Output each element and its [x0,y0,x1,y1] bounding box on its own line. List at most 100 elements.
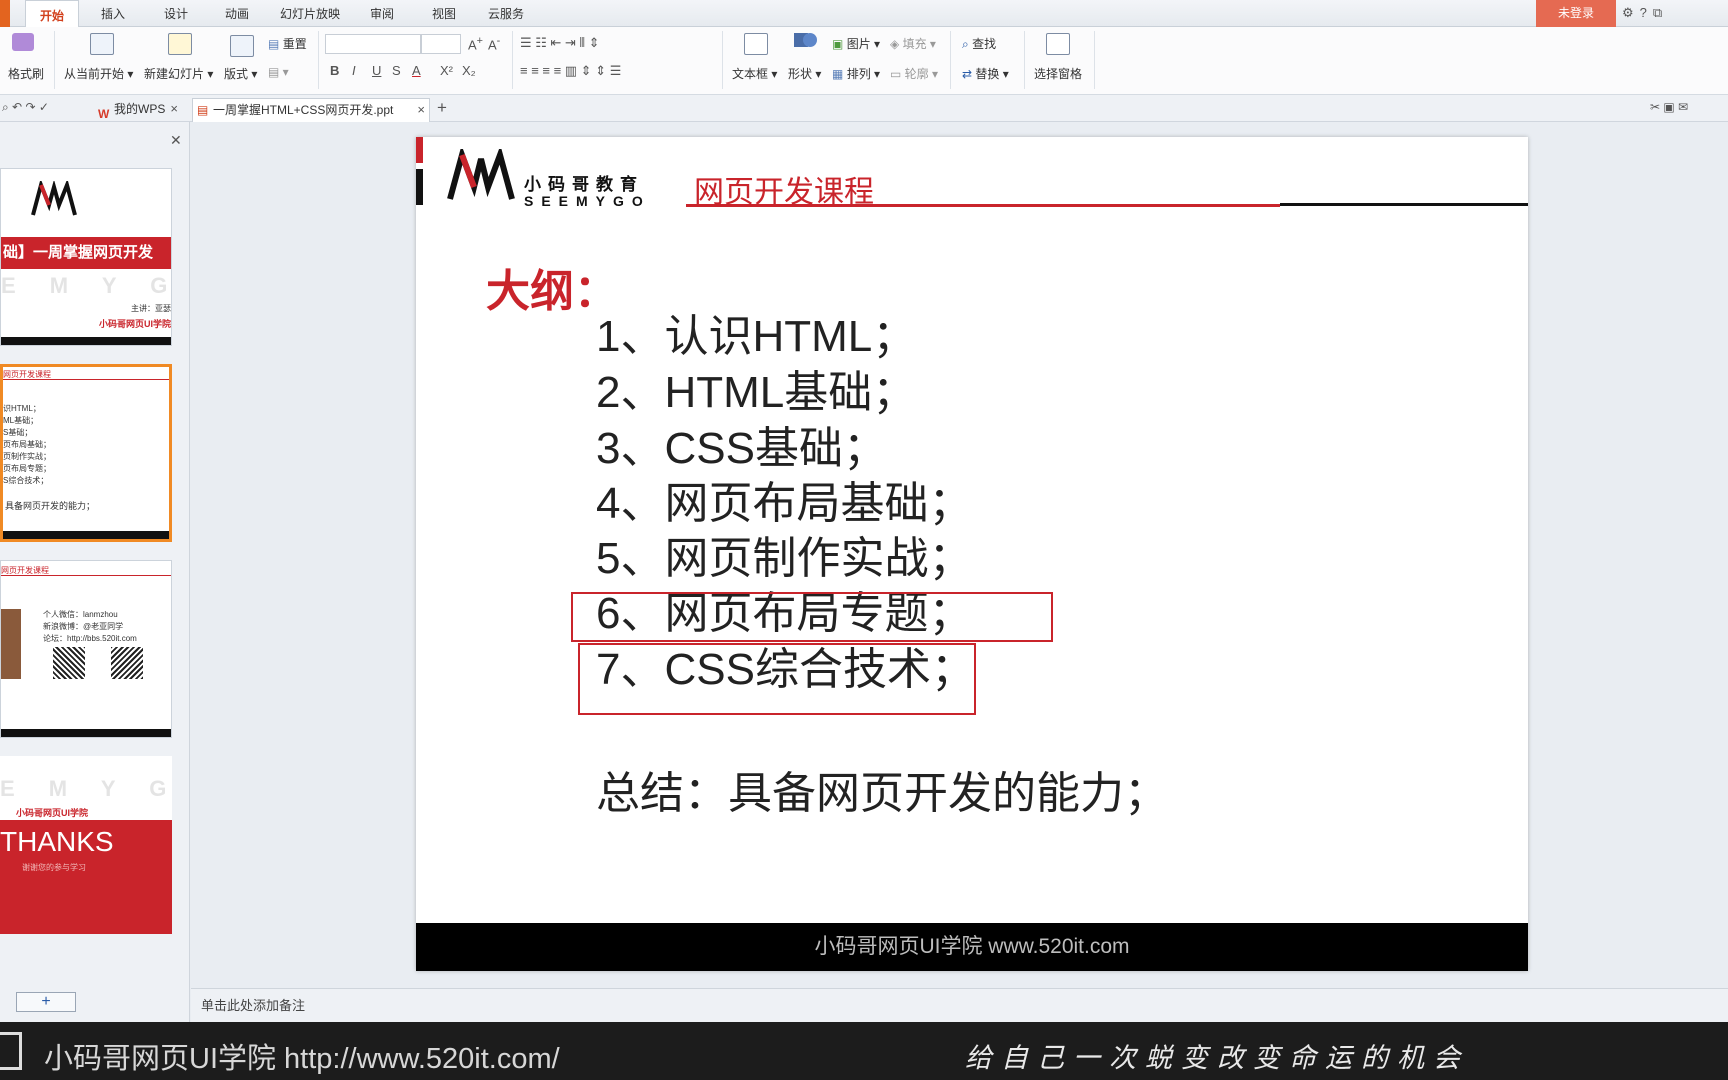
close-icon[interactable]: ✕ [170,132,182,149]
brand-icon [0,1032,22,1070]
align-tools-icon[interactable]: ≡ ≡ ≡ ≡ ▥ ⇕ ⇕ ☰ [520,63,621,79]
highlight-box-item-7[interactable] [578,643,976,715]
tab-document[interactable]: ▤ 一周掌握HTML+CSS网页开发.ppt × [192,98,430,122]
logo-cn-text: 小码哥教育 [524,175,644,194]
format-painter-button[interactable]: 格式刷 [8,65,44,82]
summary-text: 总结：具备网页开发的能力； [596,769,1168,818]
shape-icon [794,33,817,50]
thumb-line: 页布局基础； [3,440,51,449]
add-slide-button[interactable]: + [16,992,76,1012]
replace-button[interactable]: ⇄ 替换 ▾ [962,65,1009,82]
bold-icon[interactable]: B [330,63,339,78]
shrink-font-icon[interactable]: A- [488,35,500,52]
arrange-button[interactable]: ▦ 排列 ▾ [832,65,880,82]
subscript-icon[interactable]: X₂ [462,63,476,78]
slide-thumbnail-4[interactable]: E M Y G O 小码哥网页UI学院 THANKS 谢谢您的参与学习 [0,756,172,934]
shape-button[interactable]: 形状 ▾ [788,65,821,82]
new-slide-icon [168,33,192,55]
quick-access-icons[interactable]: ⌕ ↶ ↷ ✓ [2,100,49,115]
thumb-photo [1,609,21,679]
highlight-box-item-6[interactable] [571,592,1053,642]
tab-view[interactable]: 视图 [432,5,456,22]
thumb-line: 个人微信：lanmzhou [43,610,118,619]
tab-design[interactable]: 设计 [164,5,188,22]
underline-icon[interactable]: U [372,63,381,78]
outline-button[interactable]: ▭ 轮廓 ▾ [890,65,938,82]
tab-slideshow[interactable]: 幻灯片放映 [280,5,340,22]
layout-button[interactable]: 版式 ▾ [224,65,257,82]
tab-my-wps-label: 我的WPS [114,102,166,116]
tab-document-label: 一周掌握HTML+CSS网页开发.ppt [213,103,394,117]
watermark-left-text: 小码哥网页UI学院 http://www.520it.com/ [44,1043,560,1075]
thumb-watermark: E M Y G O [0,776,172,801]
thumb-watermark: E M Y G O [1,273,171,298]
slide-accent-black [416,169,423,205]
grow-font-icon[interactable]: A+ [468,35,483,52]
tab-review[interactable]: 审阅 [370,5,394,22]
thumb-footer [3,531,169,539]
slide-thumbnail-1[interactable]: 础】一周掌握网页开发 E M Y G O 主讲：亚瑟哥 小码哥网页UI学院 [0,168,172,346]
close-icon[interactable]: × [417,99,425,121]
slide-canvas[interactable]: 小码哥教育 SEEMYGO 网页开发课程 大纲： 1、认识HTML； 2、HTM… [416,137,1528,971]
doc-tools-icons[interactable]: ✂ ▣ ✉ [1650,100,1688,114]
italic-icon[interactable]: I [352,63,356,78]
find-button[interactable]: ⌕ 查找 [962,35,996,52]
thumb-lecturer: 主讲：亚瑟哥 [131,304,171,313]
new-tab-icon[interactable]: + [437,98,447,118]
app-menu-button[interactable] [0,0,10,27]
ribbon-separator [950,31,951,89]
ribbon-separator [318,31,319,89]
watermark-slogan: 给自己一次蜕变改变命运的机会 [965,1043,1469,1074]
fill-button[interactable]: ◈ 填充 ▾ [890,35,936,52]
from-current-button[interactable]: 从当前开始 ▾ [64,65,133,82]
font-size-input[interactable] [421,34,461,54]
slide-accent-red [416,137,423,163]
login-button[interactable]: 未登录 [1536,0,1616,27]
ribbon-separator [1024,31,1025,89]
slide-thumbnail-2[interactable]: 网页开发课程 识HTML； ML基础； S基础； 页布局基础； 页制作实战； 页… [0,364,172,542]
ppt-file-icon: ▤ [197,103,209,117]
qr-code-icon [53,647,85,679]
shadow-icon[interactable]: S [392,63,401,78]
tab-animation[interactable]: 动画 [225,5,249,22]
slide-thumbnail-panel: ✕ 础】一周掌握网页开发 E M Y G O 主讲：亚瑟哥 小码哥网页UI学院 … [0,122,190,1022]
thumb-footer [1,729,171,737]
logo-icon [31,181,77,216]
thumb-title: 础】一周掌握网页开发 [1,237,171,269]
qr-code-icon [111,647,143,679]
paragraph-tools-icon[interactable]: ☰ ☷ ⇤ ⇥ ⫴ ⇕ [520,35,600,51]
format-painter-icon [12,33,34,54]
slide-footer: 小码哥网页UI学院 www.520it.com [416,923,1528,971]
section-button[interactable]: ▤ ▾ [268,65,289,79]
restore-icon[interactable]: ⧉ [1653,5,1668,20]
close-icon[interactable]: × [170,98,178,120]
thumb-brand: 小码哥网页UI学院 [16,808,89,818]
picture-button[interactable]: ▣ 图片 ▾ [832,35,880,52]
thumb-rule [1,575,171,576]
window-controls[interactable]: ⚙?⧉ [1622,5,1668,21]
ribbon-separator [54,31,55,89]
ribbon-separator [722,31,723,89]
help-icon[interactable]: ? [1640,5,1653,20]
tab-my-wps[interactable]: W 我的WPS × [94,98,182,122]
tab-cloud[interactable]: 云服务 [488,5,524,22]
slide-thumbnail-3[interactable]: 网页开发课程 个人微信：lanmzhou 新浪微博：@老亚同学 论坛：http:… [0,560,172,738]
text-box-button[interactable]: 文本框 ▾ [732,65,777,82]
tab-home[interactable]: 开始 [25,0,80,28]
skin-icon[interactable]: ⚙ [1622,5,1640,20]
tab-insert[interactable]: 插入 [101,5,125,22]
notes-pane[interactable]: 单击此处添加备注 [191,988,1728,1024]
font-name-input[interactable] [325,34,421,54]
notes-placeholder: 单击此处添加备注 [201,998,306,1013]
slideshow-icon [90,33,114,55]
new-slide-button[interactable]: 新建幻灯片 ▾ [144,65,213,82]
ribbon-separator [1094,31,1095,89]
superscript-icon[interactable]: X² [440,63,453,78]
title-underline-red [686,204,1280,207]
thumb-line: S基础； [3,428,33,437]
reset-button[interactable]: ▤ 重置 [268,35,307,52]
thumb-sub: 谢谢您的参与学习 [22,863,86,872]
font-color-icon[interactable]: A [412,63,421,78]
thumb-brand: 小码哥网页UI学院 [99,319,172,329]
selection-pane-button[interactable]: 选择窗格 [1034,65,1082,82]
